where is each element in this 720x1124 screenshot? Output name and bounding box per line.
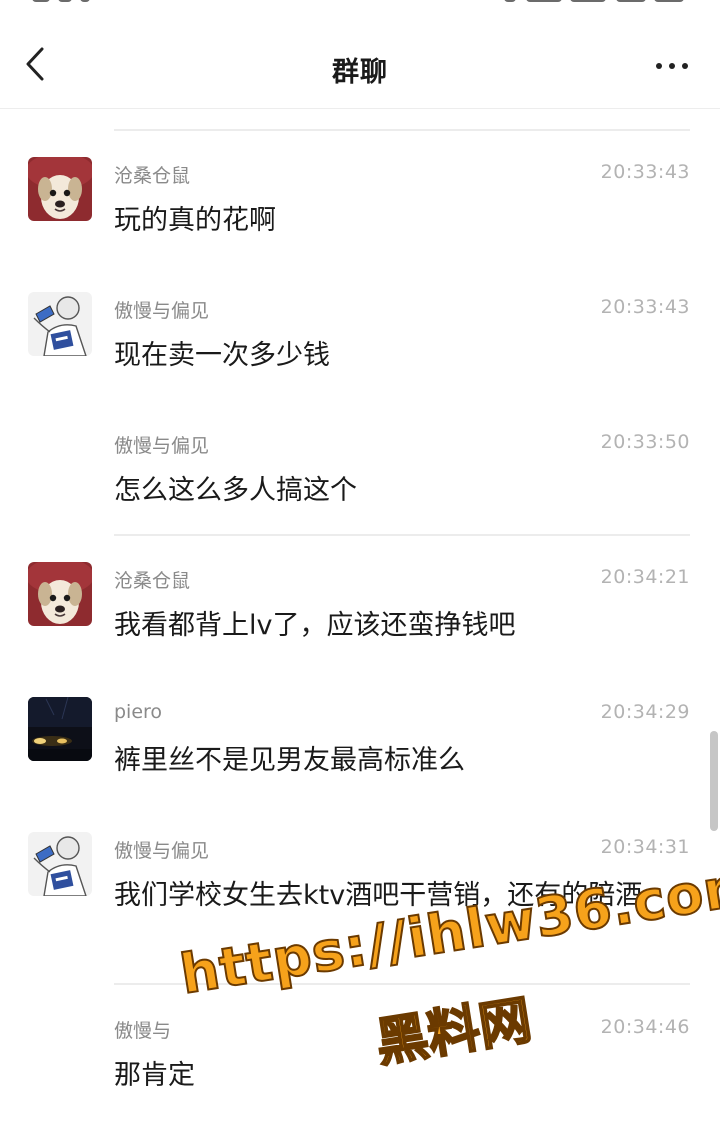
status-bar [0,0,720,14]
message-time: 20:33:43 [600,296,690,318]
sender-name: 沧桑仓鼠 [114,165,191,187]
status-bar-left [28,0,118,8]
message-time: 20:33:43 [600,161,690,183]
chat-message[interactable]: 傲慢与偏见 20:34:31 我们学校女生去ktv酒吧干营销，还有的陪酒 [0,832,720,982]
message-text: 我们学校女生去ktv酒吧干营销，还有的陪酒 [114,880,643,911]
scrollbar[interactable] [710,731,718,831]
chat-screen: 群聊 沧桑仓鼠 20:33:43 玩的真的花啊 傲慢与偏见 20:33:43 现… [0,0,720,1124]
sender-name: 傲慢与偏见 [114,300,210,322]
divider [114,129,690,131]
sketch-avatar-image [28,832,92,896]
message-time: 20:34:46 [600,1016,690,1038]
more-button[interactable] [650,50,694,80]
message-text: 玩的真的花啊 [114,205,276,236]
sender-name: 傲慢与偏见 [114,840,210,862]
dog-avatar-image [28,157,92,221]
message-time: 20:34:29 [600,701,690,723]
more-dots-icon [656,63,662,69]
dog-avatar[interactable] [28,562,92,626]
message-text: 裤里丝不是见男友最高标准么 [114,745,465,776]
sender-name: piero [114,701,163,723]
message-text: 我看都背上lv了，应该还蛮挣钱吧 [114,610,516,641]
chat-message[interactable]: 沧桑仓鼠 20:34:21 我看都背上lv了，应该还蛮挣钱吧 [0,562,720,662]
message-text: 那肯定 [114,1060,195,1091]
dog-avatar-image [28,562,92,626]
dog-avatar[interactable] [28,157,92,221]
sketch-avatar-image [28,292,92,356]
chat-message[interactable]: piero 20:34:29 裤里丝不是见男友最高标准么 [0,697,720,797]
sketch-avatar[interactable] [28,292,92,356]
navigation-bar: 群聊 [0,14,720,109]
chat-message[interactable]: 傲慢与偏见 20:33:50 怎么这么多人搞这个 [0,427,720,527]
page-title: 群聊 [332,57,388,88]
chat-message-list[interactable]: 沧桑仓鼠 20:33:43 玩的真的花啊 傲慢与偏见 20:33:43 现在卖一… [0,109,720,1124]
sender-name: 傲慢与偏见 [114,435,210,457]
message-time: 20:34:21 [600,566,690,588]
chat-message[interactable]: 傲慢与 20:34:46 那肯定 [0,1012,720,1112]
night-car-avatar-image [28,697,92,761]
message-text: 怎么这么多人搞这个 [114,475,357,506]
chat-message[interactable]: 傲慢与偏见 20:33:43 现在卖一次多少钱 [0,292,720,392]
sketch-avatar[interactable] [28,832,92,896]
sender-name: 沧桑仓鼠 [114,570,191,592]
message-time: 20:33:50 [600,431,690,453]
message-text: 现在卖一次多少钱 [114,340,330,371]
chat-message[interactable]: 沧桑仓鼠 20:33:43 玩的真的花啊 [0,157,720,257]
sender-name: 傲慢与 [114,1020,172,1042]
night-car-avatar[interactable] [28,697,92,761]
divider [114,534,690,536]
divider [114,983,690,985]
message-time: 20:34:31 [600,836,690,858]
status-bar-right [470,0,690,8]
